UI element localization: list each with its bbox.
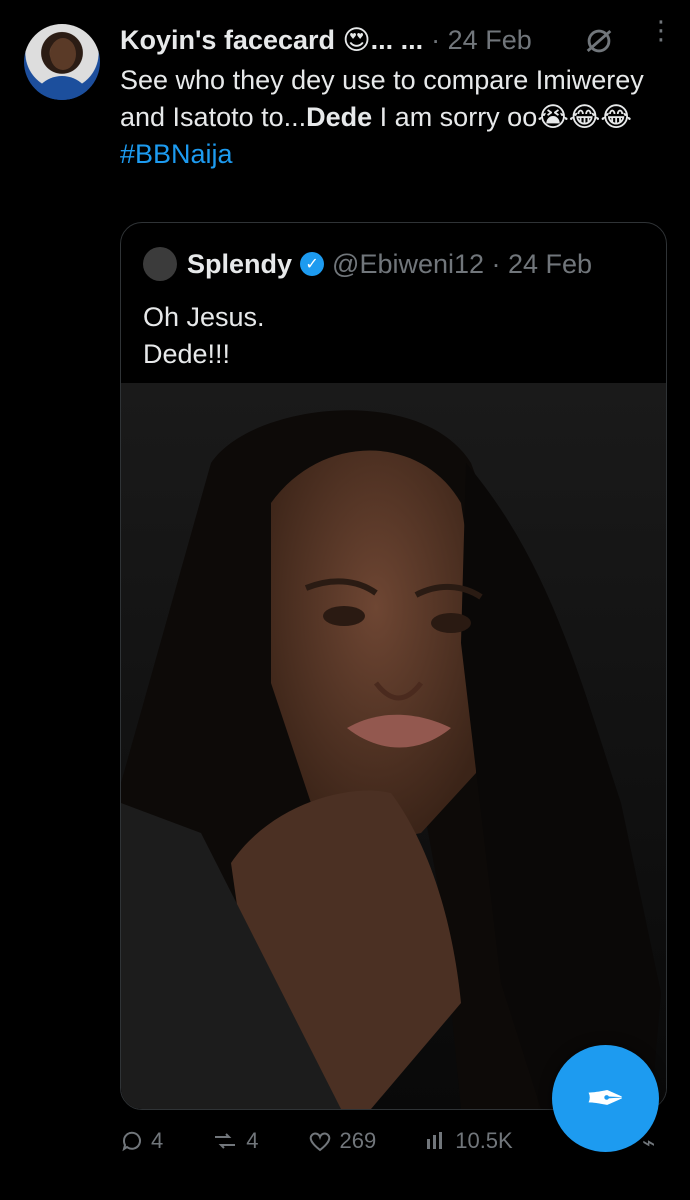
author-name[interactable]: Koyin's facecard 😍... ... (120, 25, 423, 56)
like-action[interactable]: 269 (307, 1128, 377, 1154)
heart-icon (309, 1132, 330, 1152)
tweet-text: See who they dey use to compare Imiwerey… (120, 62, 670, 173)
avatar-face (50, 38, 76, 70)
repost-count: 4 (246, 1128, 259, 1153)
repost-action[interactable]: 4 (211, 1128, 259, 1154)
quote-author-name[interactable]: Splendy (187, 249, 292, 280)
quote-header: Splendy ✓ @Ebiweni12 · 24 Feb (143, 247, 592, 281)
views-icon (427, 1132, 443, 1149)
like-count: 269 (339, 1128, 377, 1153)
quote-line-2: Dede!!! (143, 339, 231, 369)
quote-text: Oh Jesus. Dede!!! (143, 299, 265, 373)
avatar-clothing (32, 76, 92, 100)
reply-action[interactable]: 4 (120, 1128, 163, 1154)
share-icon[interactable]: ⌁ (642, 1130, 662, 1155)
repost-icon (215, 1133, 236, 1149)
author-avatar[interactable] (24, 24, 100, 100)
reply-count: 4 (151, 1128, 164, 1153)
quote-photo[interactable] (121, 383, 666, 1109)
quote-avatar[interactable] (143, 247, 177, 281)
reply-icon (122, 1131, 141, 1152)
tweet-actions: 4 4 269 10.5K (120, 1128, 660, 1154)
quote-line-1: Oh Jesus. (143, 302, 265, 332)
hashtag-link[interactable]: #BBNaija (120, 136, 670, 173)
quote-handle-and-time[interactable]: @Ebiweni12 · 24 Feb (332, 249, 592, 280)
quoted-tweet[interactable]: Splendy ✓ @Ebiweni12 · 24 Feb Oh Jesus. … (120, 222, 667, 1110)
more-icon[interactable]: ⋮ (648, 17, 674, 43)
tweet-time[interactable]: · 24 Feb (431, 25, 532, 56)
grok-icon[interactable] (582, 24, 616, 58)
verified-badge-icon: ✓ (300, 252, 325, 276)
tweet-text-bold: Dede (306, 102, 373, 132)
tweet-text-tail: I am sorry oo😭😂😂 (372, 102, 632, 132)
views-action[interactable]: 10.5K (424, 1128, 513, 1154)
compose-icon: ✒ (585, 1072, 626, 1126)
view-count: 10.5K (455, 1128, 513, 1153)
